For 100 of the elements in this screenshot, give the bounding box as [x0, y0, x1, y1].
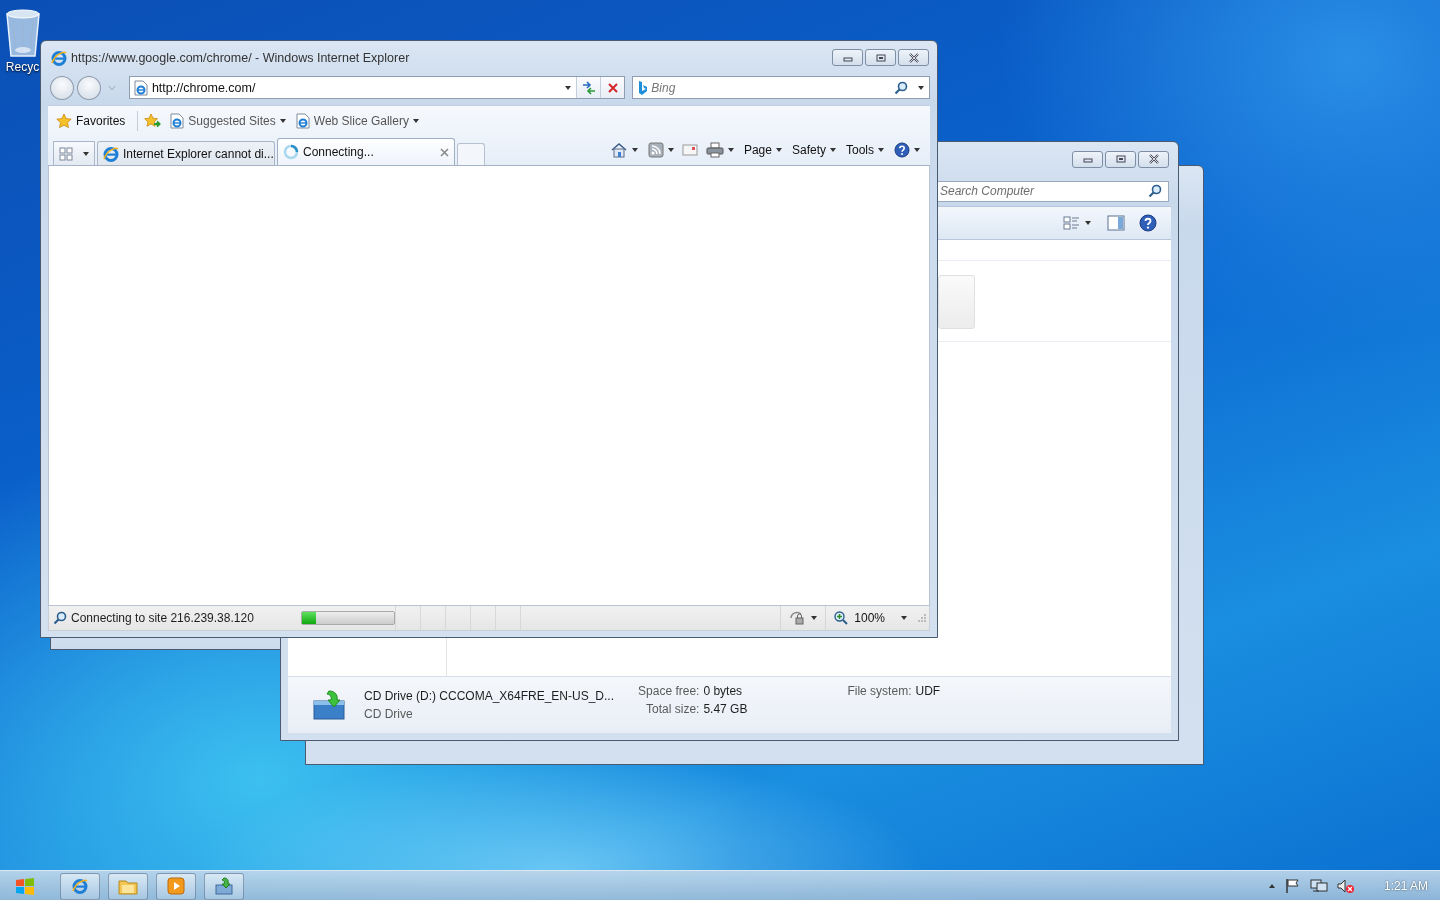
close-button[interactable] [1138, 150, 1169, 168]
caret-icon [811, 616, 818, 620]
taskbar-button[interactable] [156, 872, 196, 900]
search-box[interactable]: Search Computer [937, 180, 1169, 202]
show-hidden-icons-button[interactable] [1267, 883, 1276, 889]
caret-icon [901, 616, 907, 620]
menu-button[interactable]: Tools [844, 141, 886, 159]
tile [938, 275, 975, 329]
view-options-button[interactable] [1061, 213, 1093, 233]
grid-icon [59, 146, 73, 161]
caret-icon [279, 118, 286, 123]
search-provider-icon [637, 79, 648, 96]
minimize-button[interactable] [1072, 150, 1103, 168]
close-icon [1147, 154, 1160, 164]
view-options-icon [1063, 215, 1081, 231]
maximize-button[interactable] [865, 49, 896, 66]
caret-icon [878, 148, 884, 152]
web-page-icon [170, 112, 185, 129]
caret-icon [727, 148, 734, 152]
web-page-icon [295, 112, 310, 129]
drive-icon [312, 689, 346, 721]
field-value: UDF [915, 684, 941, 698]
field-label: Total size: [645, 702, 700, 716]
maximize-button[interactable] [1105, 150, 1136, 168]
resize-grip-icon [917, 613, 927, 623]
browser-tab[interactable]: Connecting... [277, 138, 455, 165]
caret-icon [914, 148, 920, 152]
print-button[interactable] [703, 140, 736, 160]
back-button[interactable] [50, 75, 74, 100]
feed-icon [647, 142, 664, 158]
windows-logo-icon [14, 876, 36, 896]
favorites-button[interactable]: Favorites [54, 110, 128, 131]
quick-tabs-button[interactable] [53, 141, 95, 165]
close-icon[interactable] [440, 147, 449, 157]
close-button[interactable] [898, 49, 929, 66]
close-icon [907, 52, 920, 63]
caret-icon [83, 151, 89, 156]
minimize-icon [1082, 155, 1093, 163]
home-icon [609, 142, 628, 158]
browser-icon [72, 878, 88, 894]
forward-button[interactable] [76, 75, 101, 100]
field-value: 0 bytes [703, 684, 744, 698]
zoom-button[interactable]: 100% [825, 606, 915, 630]
taskbar-button[interactable] [108, 872, 148, 900]
search-icon [1148, 184, 1162, 198]
lock-icon [789, 610, 806, 626]
feeds-button[interactable] [645, 140, 676, 160]
stop-button[interactable] [600, 77, 625, 98]
window-title: https://www.google.com/chrome/ - Windows Internet Explorer [71, 50, 410, 65]
caret-icon [667, 148, 674, 152]
favorites-link[interactable]: Web Slice Gallery [293, 110, 421, 131]
taskbar-button[interactable] [60, 872, 100, 900]
web-page-icon [133, 79, 148, 96]
caret-icon [1085, 221, 1091, 225]
address-bar[interactable]: http://chrome.com/ [128, 76, 626, 99]
search-icon [894, 80, 908, 95]
caret-icon [775, 148, 782, 152]
browser-tab[interactable]: Internet Explorer cannot di... [97, 141, 275, 165]
drive-type: CD Drive [364, 707, 414, 721]
folder-icon [118, 877, 138, 895]
field-value: 5.47 GB [703, 702, 748, 716]
caret-icon [631, 148, 638, 152]
mail-icon[interactable] [681, 144, 698, 156]
field-label: Space free: [638, 684, 700, 698]
maximize-icon [875, 53, 886, 62]
preview-pane-icon[interactable] [1107, 215, 1125, 231]
help-button[interactable] [892, 140, 922, 160]
search-field[interactable]: Search Computer [940, 184, 1120, 198]
caret-icon [565, 85, 572, 90]
flag-icon[interactable] [1284, 878, 1301, 894]
maximize-icon [1115, 155, 1126, 163]
caret-icon [830, 148, 836, 152]
minimize-button[interactable] [832, 49, 863, 66]
speaker-muted-icon[interactable] [1336, 878, 1355, 894]
search-icon [53, 611, 67, 625]
refresh-icon [580, 80, 597, 95]
network-icon[interactable] [1309, 878, 1328, 894]
add-favorites-icon[interactable] [144, 112, 163, 129]
caret-icon [107, 84, 116, 91]
zoom-icon [834, 611, 849, 625]
star-icon [56, 112, 72, 129]
menu-button[interactable]: Page [741, 141, 784, 159]
address-field[interactable]: http://chrome.com/ [147, 80, 561, 95]
caret-icon [1267, 883, 1276, 889]
setup-icon [214, 877, 234, 895]
search-box[interactable]: Bing [632, 76, 930, 99]
field-label: File system: [847, 684, 912, 698]
search-field[interactable]: Bing [651, 80, 889, 95]
help-icon[interactable] [1139, 214, 1157, 232]
taskbar-button[interactable] [204, 872, 244, 900]
drive-name: CD Drive (D:) CCCOMA_X64FRE_EN-US_D... [364, 689, 615, 703]
desktop-icon-label[interactable]: Recyc [5, 60, 40, 74]
browser-icon [51, 49, 67, 66]
status-text: Connecting to site 216.239.38.120 [70, 611, 255, 625]
menu-button[interactable]: Safety [789, 141, 838, 159]
media-player-icon [167, 877, 185, 895]
help-icon [894, 142, 910, 158]
caret-icon [412, 118, 419, 123]
caret-icon [918, 85, 924, 90]
favorites-link[interactable]: Suggested Sites [168, 110, 288, 131]
